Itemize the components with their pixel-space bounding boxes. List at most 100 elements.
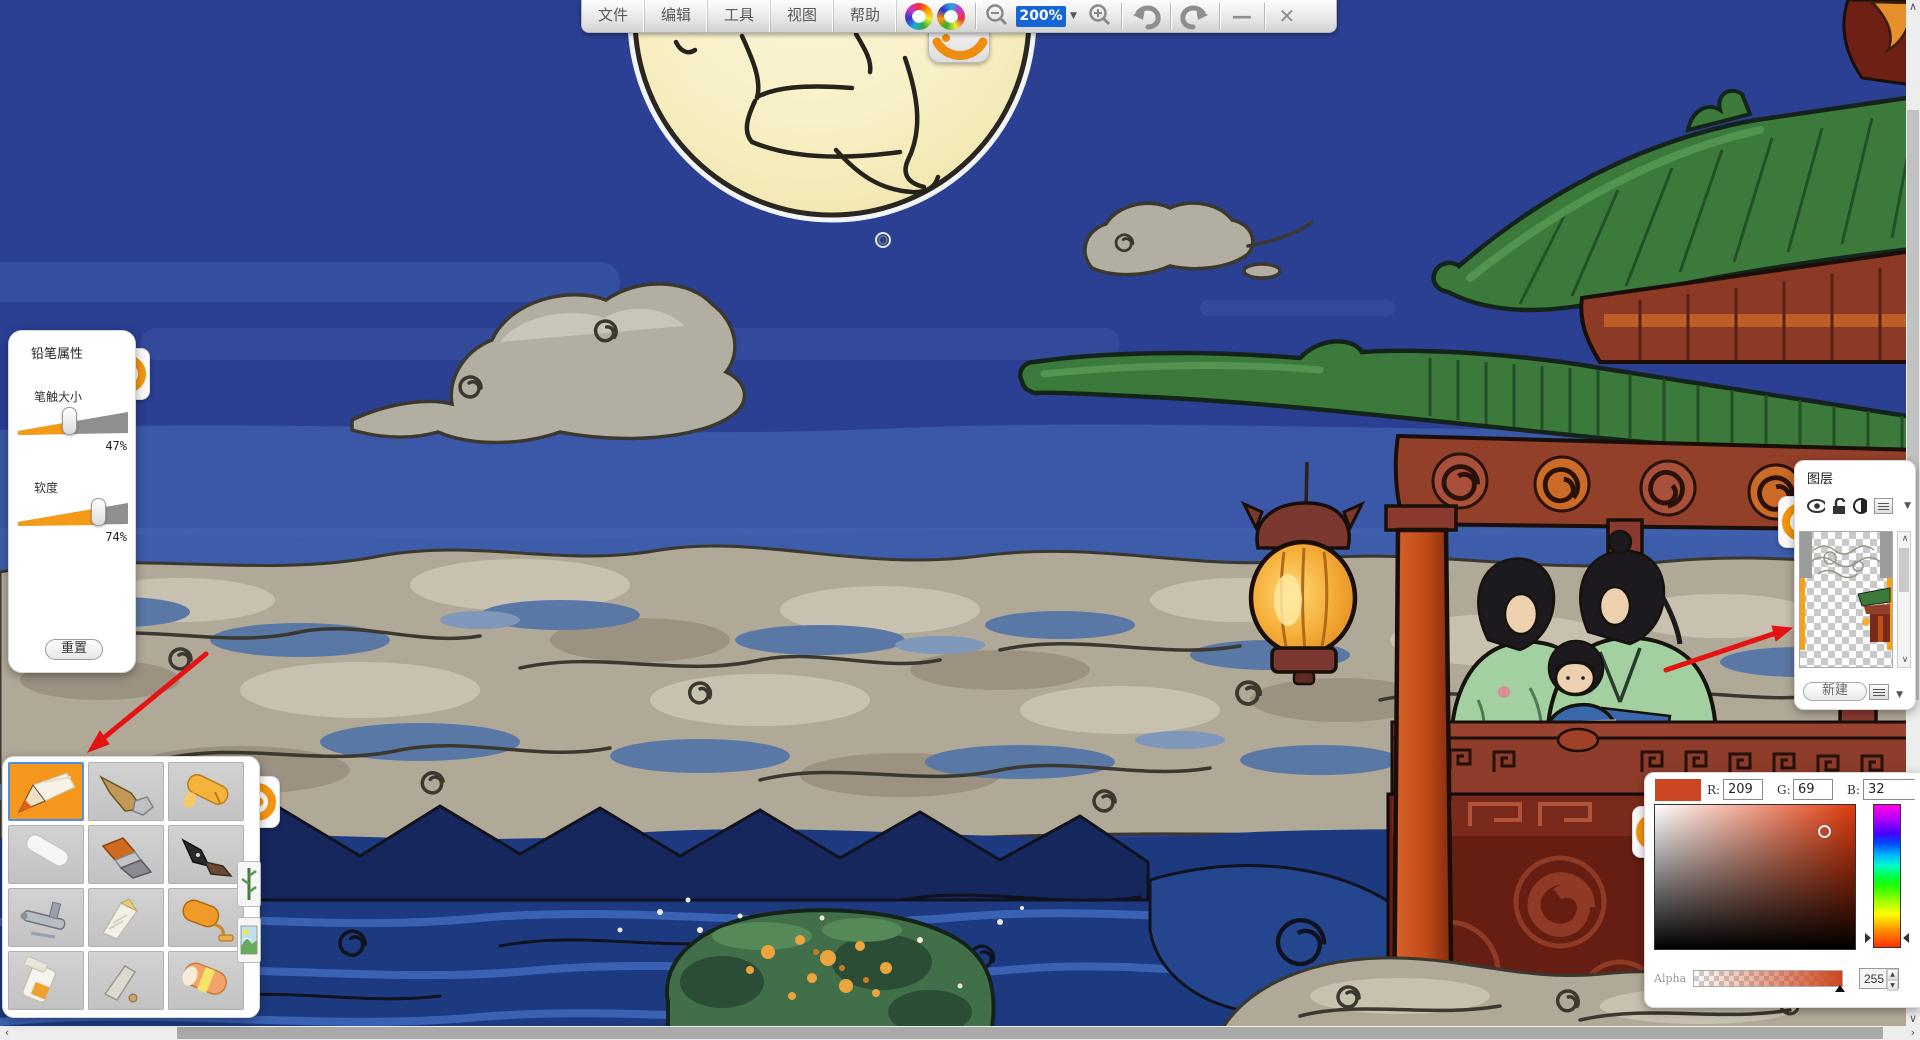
alpha-label: Alpha [1654, 972, 1686, 985]
b-input[interactable] [1863, 779, 1915, 800]
zoom-out-button[interactable] [978, 0, 1016, 32]
softness-thumb[interactable] [91, 498, 106, 526]
clown-smile-icon [937, 42, 983, 56]
hue-marker-right[interactable] [1903, 933, 1909, 943]
airbrush-icon [11, 893, 81, 943]
crayon-icon [171, 767, 241, 817]
alpha-slider[interactable] [1693, 970, 1843, 987]
unlock-icon[interactable] [1832, 498, 1846, 515]
layers-panel-title: 图层 [1807, 468, 1915, 487]
alpha-marker[interactable] [1835, 985, 1845, 992]
layer-menu-dropdown-icon[interactable]: ▼ [1900, 501, 1915, 511]
layer-menu-icon[interactable] [1874, 498, 1893, 514]
layer-list-scrollbar[interactable]: ∧ ∨ [1897, 531, 1911, 668]
new-layer-button[interactable]: 新建 [1803, 682, 1867, 701]
g-input[interactable] [1793, 779, 1833, 800]
redo-button[interactable] [1173, 0, 1217, 32]
close-button[interactable]: ✕ [1267, 0, 1307, 32]
g-label: G: [1777, 783, 1791, 797]
paint-roller-icon [171, 893, 241, 943]
canvas-horizontal-scrollbar[interactable]: ‹ › [0, 1026, 1920, 1040]
menu-edit[interactable]: 编辑 [645, 0, 708, 32]
alpha-input[interactable] [1860, 969, 1886, 988]
tool-pencil[interactable] [8, 762, 84, 821]
pointed-brush-icon [91, 767, 161, 817]
drawing-canvas[interactable] [0, 0, 1920, 1040]
zoom-out-icon [984, 3, 1010, 29]
brush-size-slider[interactable] [17, 407, 129, 439]
r-label: R: [1707, 783, 1720, 797]
layer-scroll-up-icon[interactable]: ∧ [1898, 532, 1912, 546]
reset-button[interactable]: 重置 [45, 639, 103, 660]
main-toolbar: 文件 编辑 工具 视图 帮助 200% ▼ — ✕ [581, 0, 1337, 33]
toolbar-clown-handle[interactable] [928, 30, 990, 63]
tool-crayon[interactable] [168, 762, 244, 821]
b-label: B: [1847, 783, 1860, 797]
softness-slider[interactable] [17, 498, 129, 530]
tool-pointed-brush[interactable] [88, 762, 164, 821]
zoom-in-button[interactable] [1081, 0, 1119, 32]
menu-tools[interactable]: 工具 [708, 0, 771, 32]
sv-cursor[interactable] [1818, 825, 1831, 838]
hscroll-thumb[interactable] [177, 1027, 1883, 1039]
scroll-left-icon[interactable]: ‹ [0, 1026, 14, 1040]
tool-scraper[interactable] [88, 951, 164, 1010]
alpha-up-icon[interactable]: ▲ [1887, 969, 1898, 980]
tool-paint-tube[interactable] [8, 951, 84, 1010]
pencil-panel-title: 铅笔属性 [31, 343, 135, 362]
hue-marker-left[interactable] [1865, 933, 1871, 943]
contrast-icon[interactable] [1853, 498, 1868, 514]
undo-icon [1130, 2, 1162, 30]
softness-value: 74% [9, 530, 127, 544]
paper-stump-icon [91, 893, 161, 943]
tool-paint-roller[interactable] [168, 888, 244, 947]
chalk-icon [11, 830, 81, 880]
redo-icon [1179, 2, 1211, 30]
alpha-down-icon[interactable]: ▼ [1887, 980, 1898, 991]
menu-file[interactable]: 文件 [582, 0, 645, 32]
tool-palette [2, 756, 260, 1018]
layers-options-dropdown-icon[interactable]: ▼ [1892, 690, 1907, 700]
minimize-button[interactable]: — [1222, 0, 1262, 32]
layers-options-icon[interactable] [1869, 684, 1889, 700]
layers-panel: 图层 ▼ ∧ ∨ 新建 ▼ [1794, 460, 1916, 710]
tool-chalk[interactable] [8, 825, 84, 884]
alpha-spinner[interactable]: ▲▼ [1859, 968, 1899, 989]
layer-thumbnail[interactable] [1799, 531, 1893, 668]
eraser-icon [171, 956, 241, 1006]
flat-brush-icon [91, 830, 161, 880]
tool-ink-pen[interactable] [168, 825, 244, 884]
brush-size-value: 47% [9, 439, 127, 453]
brush-size-thumb[interactable] [62, 407, 77, 435]
layer-scroll-down-icon[interactable]: ∨ [1898, 653, 1912, 667]
saturation-value-picker[interactable] [1654, 804, 1856, 950]
scroll-down-icon[interactable]: ∨ [1906, 1012, 1920, 1026]
mascot-rainbow-icon[interactable] [937, 3, 965, 30]
picture-stamp-tab[interactable] [237, 917, 261, 963]
brush-size-label: 笔触大小 [34, 388, 135, 405]
current-color-swatch [1655, 779, 1701, 801]
scroll-right-icon[interactable]: › [1906, 1026, 1920, 1040]
color-picker-panel: R: G: B: Alpha ▲▼ [1644, 772, 1920, 1008]
scroll-up-icon[interactable]: ∧ [1906, 0, 1920, 14]
layer-thumbnail-art [1800, 532, 1893, 668]
menu-help[interactable]: 帮助 [834, 0, 897, 32]
r-input[interactable] [1723, 779, 1763, 800]
hue-slider[interactable] [1873, 804, 1901, 948]
bamboo-stamp-tab[interactable] [237, 861, 261, 907]
pencil-icon [11, 767, 81, 817]
tool-paper-stump[interactable] [88, 888, 164, 947]
mascot-happy-icon[interactable] [905, 3, 933, 30]
pencil-properties-panel: 铅笔属性 笔触大小 47% 软度 74% 重置 [8, 330, 136, 673]
scraper-icon [91, 956, 161, 1006]
zoom-level-value[interactable]: 200% [1016, 6, 1066, 27]
paint-tube-icon [11, 956, 81, 1006]
tool-flat-brush[interactable] [88, 825, 164, 884]
eye-icon[interactable] [1807, 499, 1825, 513]
tool-eraser[interactable] [168, 951, 244, 1010]
tool-airbrush[interactable] [8, 888, 84, 947]
zoom-dropdown-icon[interactable]: ▼ [1066, 11, 1081, 21]
picture-icon [240, 920, 258, 960]
undo-button[interactable] [1124, 0, 1168, 32]
menu-view[interactable]: 视图 [771, 0, 834, 32]
